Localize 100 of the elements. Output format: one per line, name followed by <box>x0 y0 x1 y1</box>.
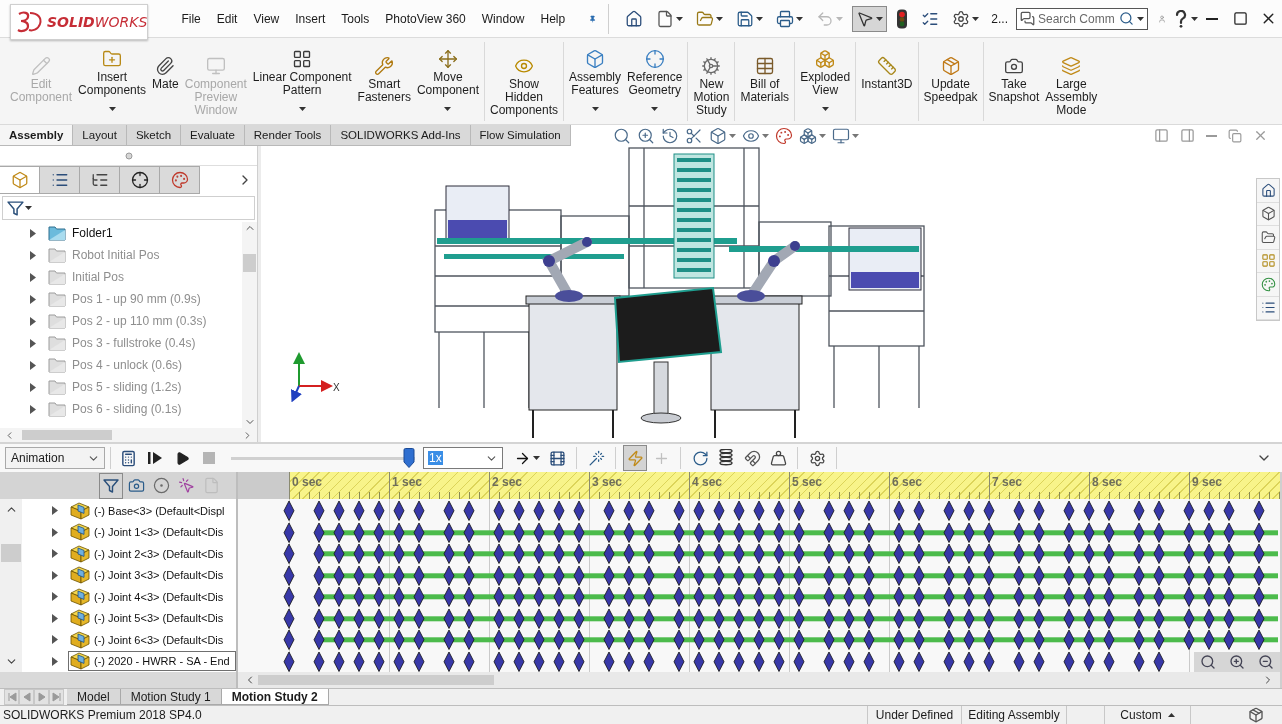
tree-item[interactable]: (-) 2020 - HWRR - SA - End <box>68 651 236 672</box>
scrollbar-thumb[interactable] <box>22 430 112 440</box>
menu-item[interactable]: PhotoView 360 <box>377 9 474 28</box>
expand-arrow-icon[interactable] <box>30 228 36 238</box>
menu-item[interactable]: Insert <box>287 9 334 28</box>
ribbon-button[interactable]: Update Speedpak <box>920 38 981 121</box>
ribbon-button[interactable]: Smart Fasteners <box>354 38 414 121</box>
key-point-series[interactable] <box>283 543 1265 564</box>
expand-arrow-icon[interactable] <box>52 592 58 602</box>
menu-item[interactable]: File <box>173 9 209 28</box>
key-point-series[interactable] <box>283 586 1265 607</box>
expand-arrow-icon[interactable] <box>30 250 36 260</box>
ribbon-button[interactable]: New Motion Study <box>690 38 733 121</box>
restore-icon[interactable] <box>1228 128 1242 143</box>
ribbon-button[interactable]: Move Component <box>413 38 482 121</box>
expand-arrow-icon[interactable] <box>30 294 36 304</box>
view-tool-button[interactable] <box>798 126 826 145</box>
ribbon-button[interactable]: Exploded View <box>797 38 854 121</box>
tree-item[interactable]: (-) Joint 6<3> (Default<Dis <box>68 629 236 650</box>
view-tool-button[interactable] <box>708 126 736 145</box>
command-tab[interactable]: Sketch <box>126 125 182 146</box>
tree-item[interactable]: (-) Joint 1<3> (Default<Dis <box>68 522 236 543</box>
ribbon-button[interactable]: Insert Components <box>75 38 150 121</box>
ribbon-button[interactable]: Bill of Materials <box>737 38 793 121</box>
view-tool-button[interactable] <box>612 126 631 145</box>
view-tool-button[interactable] <box>636 126 655 145</box>
command-tab[interactable]: Layout <box>73 125 127 146</box>
expand-arrow-icon[interactable] <box>52 656 58 666</box>
ribbon-button[interactable]: Instant3D <box>858 38 916 121</box>
expand-arrow-icon[interactable] <box>30 360 36 370</box>
ribbon-button[interactable]: Reference Geometry <box>624 38 686 121</box>
menu-item[interactable]: Window <box>473 9 533 28</box>
view-tool-button[interactable] <box>684 126 703 145</box>
tree-item[interactable]: (-) Joint 4<3> (Default<Dis <box>68 586 236 607</box>
expand-arrow-icon[interactable] <box>52 506 58 516</box>
key-point-series[interactable] <box>283 500 1265 521</box>
key-point-series[interactable] <box>283 565 1265 586</box>
expand-arrow-icon[interactable] <box>30 272 36 282</box>
view-tool-button[interactable] <box>774 126 793 145</box>
help-icon[interactable] <box>1175 9 1187 28</box>
panel-tab[interactable] <box>120 166 160 194</box>
expand-arrow-icon[interactable] <box>52 635 58 645</box>
search-input[interactable]: Search Comm <box>1038 11 1116 26</box>
tree-item[interactable]: (-) Joint 5<3> (Default<Dis <box>68 608 236 629</box>
command-tab[interactable]: SOLIDWORKS Add-Ins <box>331 125 471 146</box>
magnifier-icon[interactable] <box>1200 654 1217 670</box>
vertical-scrollbar[interactable] <box>0 499 22 672</box>
expand-arrow-icon[interactable] <box>52 613 58 623</box>
vertical-scrollbar[interactable] <box>242 222 257 428</box>
study-tab[interactable]: Model <box>67 689 121 705</box>
menu-item[interactable]: Tools <box>333 9 378 28</box>
study-tab[interactable]: Motion Study 2 <box>221 689 329 705</box>
key-point-series[interactable] <box>283 522 1265 543</box>
zoom-in-icon[interactable] <box>1229 654 1245 670</box>
menu-item[interactable]: Edit <box>208 9 246 28</box>
horizontal-scrollbar[interactable] <box>0 428 257 442</box>
expand-arrow-icon[interactable] <box>30 404 36 414</box>
panel-tab[interactable] <box>80 166 120 194</box>
command-tab[interactable]: Render Tools <box>244 125 332 146</box>
minimize-icon[interactable] <box>1206 134 1217 137</box>
command-tab[interactable]: Flow Simulation <box>470 125 571 146</box>
overflow-label[interactable]: 2... <box>991 11 1008 26</box>
filter-button[interactable] <box>99 472 123 499</box>
tree-item[interactable]: (-) Joint 3<3> (Default<Dis <box>68 565 236 586</box>
scrollbar-thumb[interactable] <box>243 254 256 272</box>
study-type-dropdown[interactable]: Animation <box>5 447 105 469</box>
key-point-series[interactable] <box>283 608 1265 629</box>
ribbon-button[interactable]: Take Snapshot <box>985 38 1043 121</box>
expand-arrow-icon[interactable] <box>30 316 36 326</box>
tile-right-icon[interactable] <box>1180 128 1195 143</box>
close-icon[interactable] <box>1253 128 1268 143</box>
command-tab[interactable]: Assembly <box>0 125 74 146</box>
package-icon[interactable] <box>1248 707 1264 723</box>
expand-arrow-icon[interactable] <box>52 570 58 580</box>
select-button[interactable] <box>852 5 888 32</box>
tree-item[interactable]: (-) Joint 2<3> (Default<Dis <box>68 543 236 564</box>
expand-arrow-icon[interactable] <box>30 338 36 348</box>
slider-thumb[interactable] <box>403 448 415 468</box>
expand-arrow-icon[interactable] <box>52 549 58 559</box>
ribbon-button[interactable]: Mate <box>149 38 182 121</box>
command-tab[interactable]: Evaluate <box>181 125 245 146</box>
zoom-out-icon[interactable] <box>1257 654 1274 670</box>
ribbon-button[interactable]: Large Assembly Mode <box>1042 38 1101 121</box>
expand-arrow-icon[interactable] <box>52 527 58 537</box>
scrollbar-thumb[interactable] <box>1 544 21 562</box>
units-selector[interactable]: Custom <box>1104 706 1190 724</box>
search-box[interactable]: Search Comm <box>1016 7 1148 30</box>
grip-handle-icon[interactable] <box>124 151 133 160</box>
tree-item[interactable]: (-) Base<3> (Default<Displ <box>68 500 236 521</box>
ribbon-button[interactable]: Assembly Features <box>566 38 625 121</box>
tile-left-icon[interactable] <box>1154 128 1169 143</box>
key-point-series[interactable] <box>283 629 1265 650</box>
ribbon-button[interactable]: Linear Component Pattern <box>249 38 355 121</box>
tree-filter-field[interactable] <box>2 196 255 220</box>
horizontal-scrollbar[interactable] <box>238 672 1280 688</box>
view-tool-button[interactable] <box>660 126 679 145</box>
study-tab[interactable]: Motion Study 1 <box>120 689 222 705</box>
menu-item[interactable]: View <box>245 9 288 28</box>
key-point-series[interactable] <box>283 651 1165 672</box>
view-tool-button[interactable] <box>831 126 859 145</box>
